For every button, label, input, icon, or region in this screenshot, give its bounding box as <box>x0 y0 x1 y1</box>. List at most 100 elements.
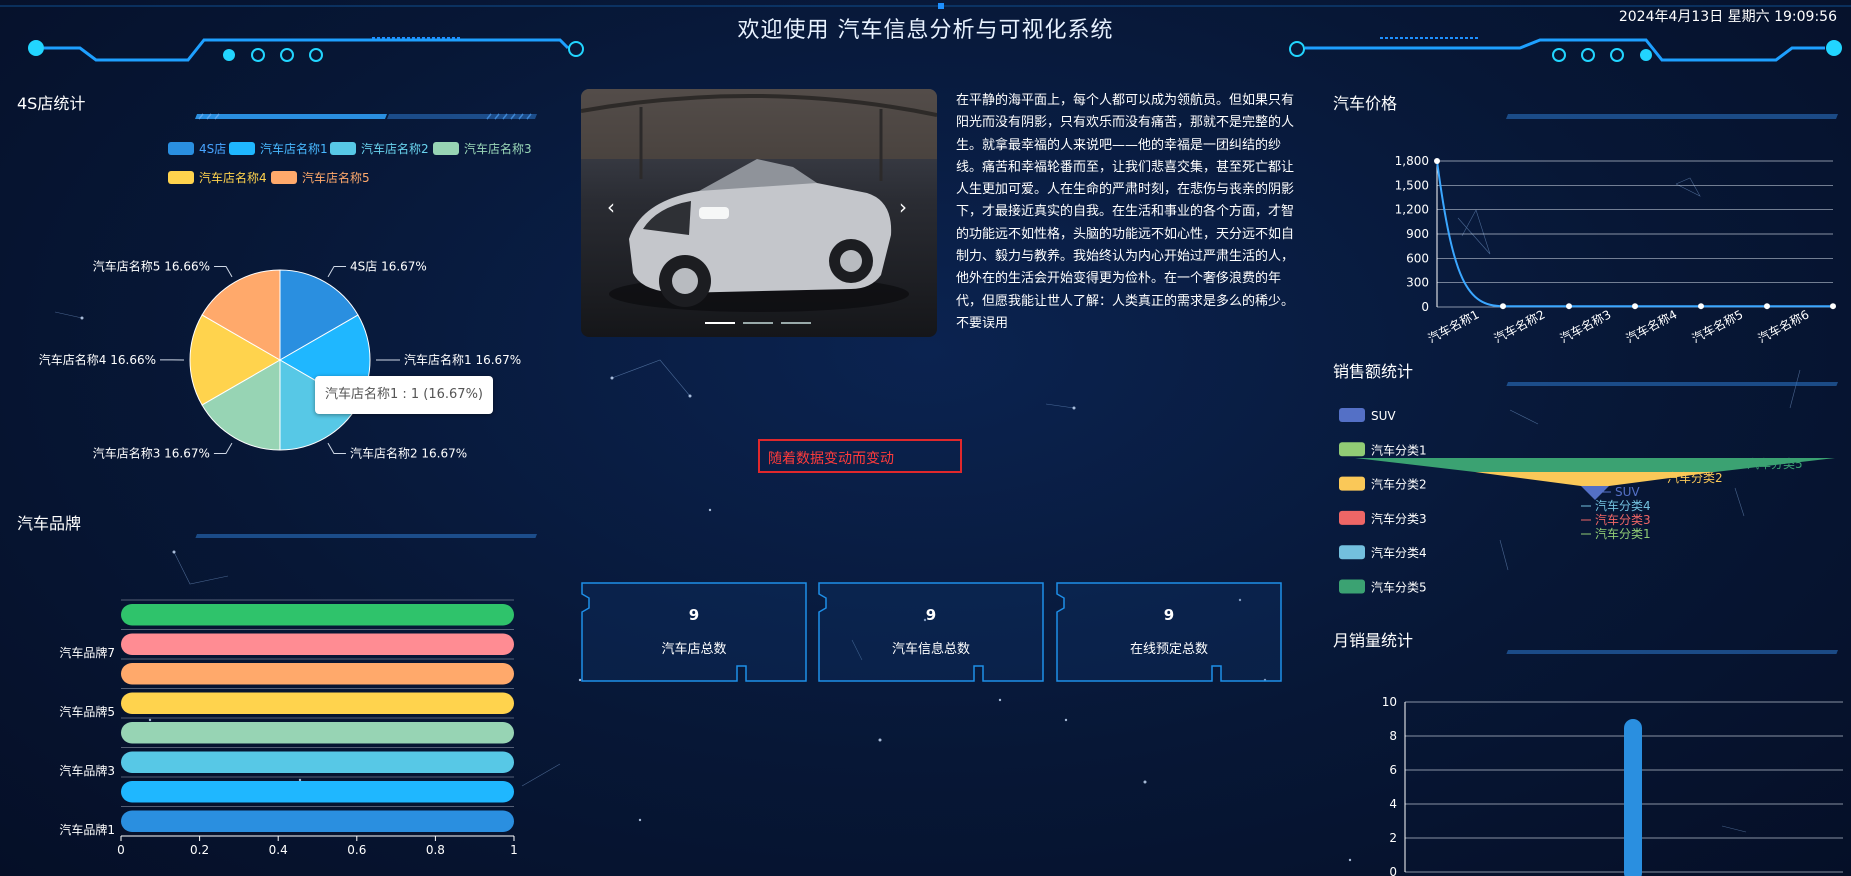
stat-value: 9 <box>688 606 700 624</box>
funnel-label: SUV <box>1615 485 1640 499</box>
funnel-label: 汽车分类5 <box>1747 456 1803 471</box>
stat-label: 汽车店总数 <box>661 642 727 657</box>
y-tick-label: 汽车品牌1 <box>59 822 115 837</box>
legend-label: 汽车店名称1 <box>260 141 328 156</box>
brand-bar <box>121 692 514 714</box>
legend-swatch <box>168 142 194 155</box>
x-tick-label: 汽车名称5 <box>1689 306 1745 345</box>
y-tick-label: 4 <box>1389 797 1397 811</box>
y-tick-label: 600 <box>1406 251 1429 265</box>
brand-bar <box>121 810 514 832</box>
price-point <box>1500 303 1506 310</box>
funnel-label: 汽车分类4 <box>1595 498 1651 513</box>
brand-bar <box>121 663 514 685</box>
panel-title-underline <box>1506 650 1838 654</box>
brand-bar <box>121 781 514 803</box>
legend-label: 4S店 <box>199 142 226 156</box>
sales-funnel-chart: SUV汽车分类1汽车分类2汽车分类3汽车分类4汽车分类5汽车分类5汽车分类2SU… <box>1339 408 1835 595</box>
y-tick-label: 1,500 <box>1395 178 1429 192</box>
y-tick-label: 2 <box>1389 831 1397 845</box>
x-tick-label: 0.4 <box>269 843 288 857</box>
image-carousel[interactable]: ‹ › <box>581 89 937 337</box>
y-tick-label: 0 <box>1389 865 1397 876</box>
intro-paragraph: 在平静的海平面上，每个人都可以成为领航员。但如果只有阳光而没有阴影，只有欢乐而没… <box>956 93 1295 331</box>
stat-card-frame <box>818 582 1044 682</box>
brand-bar <box>121 722 514 744</box>
stat-card-bookings: 9 在线预定总数 <box>1056 582 1282 682</box>
panel-title-underline <box>195 113 537 120</box>
y-tick-label: 6 <box>1389 763 1397 777</box>
notice-text: 随着数据变动而变动 <box>768 451 894 467</box>
pie-label: 汽车店名称1 16.67% <box>404 352 521 367</box>
pie-label: 汽车店名称5 16.66% <box>93 258 210 273</box>
y-tick-label: 300 <box>1406 276 1429 290</box>
x-tick-label: 汽车名称1 <box>1425 306 1481 345</box>
x-tick-label: 0.8 <box>426 843 445 857</box>
y-tick-label: 汽车品牌3 <box>59 763 115 778</box>
stat-value: 9 <box>925 606 937 624</box>
carousel-indicator-2[interactable] <box>743 322 773 324</box>
car-price-title: 汽车价格 <box>1333 94 1398 113</box>
x-tick-label: 0.6 <box>347 843 366 857</box>
legend-label: 汽车分类3 <box>1371 511 1427 526</box>
brand-bar <box>121 633 514 655</box>
carousel-prev-button[interactable]: ‹ <box>607 195 615 219</box>
price-line <box>1436 160 1833 308</box>
legend-swatch <box>1339 579 1365 594</box>
funnel-label: 汽车分类1 <box>1595 526 1651 541</box>
pie-label-line <box>214 265 233 278</box>
y-tick-label: 汽车品牌5 <box>59 704 115 719</box>
chart-tooltip: 汽车店名称1 : 1 (16.67%) <box>315 376 493 414</box>
brand-bar <box>121 604 514 626</box>
price-line-chart: 0 300 600 900 1,200 1,500 1,800 汽车名称1 汽车名称2 汽车名称3… <box>1395 154 1836 346</box>
pie-label-line <box>327 265 347 278</box>
funnel-label: 汽车分类2 <box>1667 470 1723 485</box>
funnel-label: 汽车分类3 <box>1595 512 1651 527</box>
x-tick-label: 汽车名称3 <box>1557 306 1613 345</box>
y-tick-label: 0 <box>1421 300 1429 314</box>
legend-swatch <box>271 171 297 184</box>
carousel-next-button[interactable]: › <box>899 195 907 219</box>
pie-label: 汽车店名称2 16.67% <box>350 446 467 461</box>
price-point <box>1698 303 1704 310</box>
stat-card-frame <box>581 582 807 682</box>
legend-swatch <box>1339 510 1365 525</box>
shop-stats-title: 4S店统计 <box>17 94 86 113</box>
legend-swatch <box>1339 545 1365 560</box>
legend-swatch <box>1339 408 1365 422</box>
legend-swatch <box>1339 442 1365 457</box>
y-tick-label: 1,200 <box>1395 203 1429 217</box>
stat-label: 汽车信息总数 <box>891 642 970 657</box>
price-point <box>1764 303 1770 310</box>
pie-label: 汽车店名称4 16.66% <box>39 352 156 367</box>
pie-label: 4S店 16.67% <box>350 259 427 273</box>
x-tick-label: 1 <box>510 843 518 857</box>
y-tick-label: 汽车品牌7 <box>59 645 115 660</box>
y-tick-label: 10 <box>1382 695 1397 709</box>
legend-swatch <box>168 171 194 184</box>
panel-title-underline <box>1506 114 1838 119</box>
brand-bar <box>121 751 514 773</box>
monthly-bar <box>1624 719 1642 876</box>
carousel-indicator-1[interactable] <box>705 322 735 324</box>
y-tick-label: 8 <box>1389 729 1397 743</box>
pie-label: 汽车店名称3 16.67% <box>93 445 210 460</box>
legend-swatch <box>229 142 255 155</box>
price-point <box>1830 303 1836 310</box>
y-tick-label: 900 <box>1406 227 1429 241</box>
panel-title-underline <box>1506 382 1838 386</box>
x-tick-label: 0 <box>117 843 125 857</box>
carousel-indicator-3[interactable] <box>781 322 811 324</box>
brand-bar-chart: 汽车品牌1 汽车品牌3 汽车品牌5 汽车品牌7 0 0.2 0.4 0.6 0.8 1 <box>59 599 518 857</box>
stat-value: 9 <box>1163 606 1175 624</box>
legend-label: SUV <box>1371 409 1396 423</box>
shop-pie-chart: 4S店 汽车店名称1 汽车店名称2 汽车店名称3 汽车店名称4 汽车店名称5 4S店 16.… <box>39 141 532 461</box>
pie-label-line <box>327 442 346 455</box>
legend-label: 汽车店名称4 <box>199 170 267 185</box>
stat-label: 在线预定总数 <box>1129 642 1208 657</box>
pie-label-line <box>213 442 233 454</box>
legend-label: 汽车分类1 <box>1371 442 1427 457</box>
legend-label: 汽车店名称5 <box>302 170 370 185</box>
panel-title-underline <box>195 534 537 538</box>
price-point <box>1434 158 1440 164</box>
